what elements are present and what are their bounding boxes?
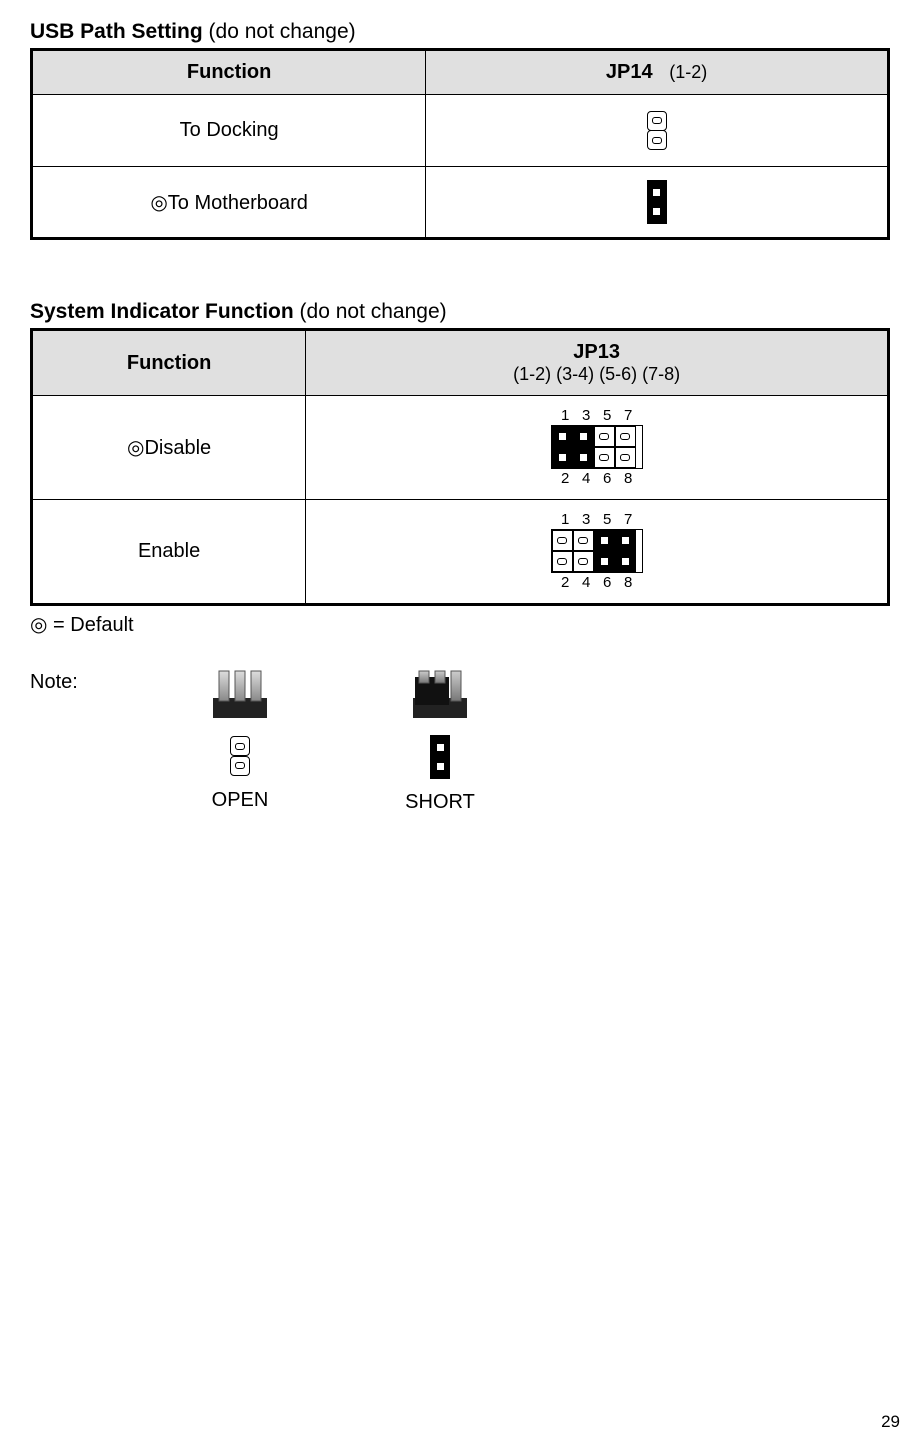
section2-title: System Indicator Function (do not change… (30, 300, 900, 324)
row-jumper-cell (426, 167, 889, 239)
jumper-short-icon (430, 735, 450, 779)
system-indicator-table: Function JP13 (1-2) (3-4) (5-6) (7-8) ◎D… (30, 328, 890, 606)
pin-label: 6 (597, 575, 618, 590)
note-open-caption: OPEN (212, 789, 269, 812)
pin-labels-bottom: 2 4 6 8 (551, 471, 643, 486)
jumper-open-photo-icon (205, 663, 275, 723)
pin-label: 8 (618, 575, 639, 590)
table-row: ◎To Motherboard (32, 167, 889, 239)
row-label: Disable (144, 437, 211, 459)
table-row: Enable 1 3 5 7 (32, 500, 889, 605)
pin-label: 5 (597, 408, 618, 423)
section1-title-note: (do not change) (203, 20, 356, 43)
note-section: Note: OPEN (30, 663, 900, 814)
section1-title-bold: USB Path Setting (30, 20, 203, 43)
th-jp13-sub: (1-2) (3-4) (5-6) (7-8) (314, 364, 879, 385)
th-jp14-label: JP14 (606, 61, 653, 83)
pin-label: 6 (597, 471, 618, 486)
row-label-cell: ◎Disable (32, 396, 306, 500)
default-symbol: ◎ (30, 614, 47, 636)
usb-path-table: Function JP14 (1-2) To Docking ◎To Mothe… (30, 48, 890, 240)
pin-label: 8 (618, 471, 639, 486)
th-function: Function (32, 50, 426, 95)
row-jumper-cell: 1 3 5 7 2 4 6 (306, 500, 889, 605)
pin-label: 5 (597, 512, 618, 527)
default-symbol: ◎ (127, 437, 144, 459)
pin-label: 3 (576, 512, 597, 527)
jumper-short-photo-icon (405, 663, 475, 723)
default-legend-text: = Default (47, 614, 133, 636)
pin-label: 7 (618, 512, 639, 527)
jumper-open-icon (647, 110, 667, 152)
jumper-8pin-icon: 1 3 5 7 2 4 6 (551, 510, 643, 592)
note-short-column: SHORT (360, 663, 520, 814)
row-label-cell: Enable (32, 500, 306, 605)
section2-title-note: (do not change) (294, 300, 447, 323)
pin-label: 7 (618, 408, 639, 423)
row-jumper-cell (426, 95, 889, 167)
pin-labels-bottom: 2 4 6 8 (551, 575, 643, 590)
page-number: 29 (881, 1412, 900, 1432)
section2-title-bold: System Indicator Function (30, 300, 294, 323)
table-row: ◎Disable 1 3 5 7 (32, 396, 889, 500)
th-jp13: JP13 (1-2) (3-4) (5-6) (7-8) (306, 330, 889, 396)
row-jumper-cell: 1 3 5 7 2 4 6 (306, 396, 889, 500)
th-jp14: JP14 (1-2) (426, 50, 889, 95)
row-label: To Docking (180, 119, 279, 141)
pin-label: 3 (576, 408, 597, 423)
section1-title: USB Path Setting (do not change) (30, 20, 900, 44)
jumper-open-icon (230, 735, 250, 777)
pin-label: 2 (555, 471, 576, 486)
pin-labels-top: 1 3 5 7 (551, 512, 643, 527)
default-legend: ◎ = Default (30, 612, 900, 637)
row-label-cell: To Docking (32, 95, 426, 167)
pin-grid (551, 425, 643, 469)
pin-label: 4 (576, 471, 597, 486)
note-label: Note: (30, 663, 120, 694)
th-function: Function (32, 330, 306, 396)
note-open-column: OPEN (160, 663, 320, 812)
jumper-8pin-icon: 1 3 5 7 2 4 6 (551, 406, 643, 488)
th-jp13-label: JP13 (314, 341, 879, 364)
pin-label: 1 (555, 512, 576, 527)
pin-label: 1 (555, 408, 576, 423)
th-jp14-sub: (1-2) (669, 62, 707, 82)
note-short-caption: SHORT (405, 791, 475, 814)
row-label-cell: ◎To Motherboard (32, 167, 426, 239)
row-label: To Motherboard (168, 192, 308, 214)
pin-grid (551, 529, 643, 573)
default-symbol: ◎ (150, 192, 167, 214)
jumper-short-icon (647, 180, 667, 224)
table-row: To Docking (32, 95, 889, 167)
row-label: Enable (138, 540, 200, 562)
pin-label: 4 (576, 575, 597, 590)
pin-labels-top: 1 3 5 7 (551, 408, 643, 423)
pin-label: 2 (555, 575, 576, 590)
